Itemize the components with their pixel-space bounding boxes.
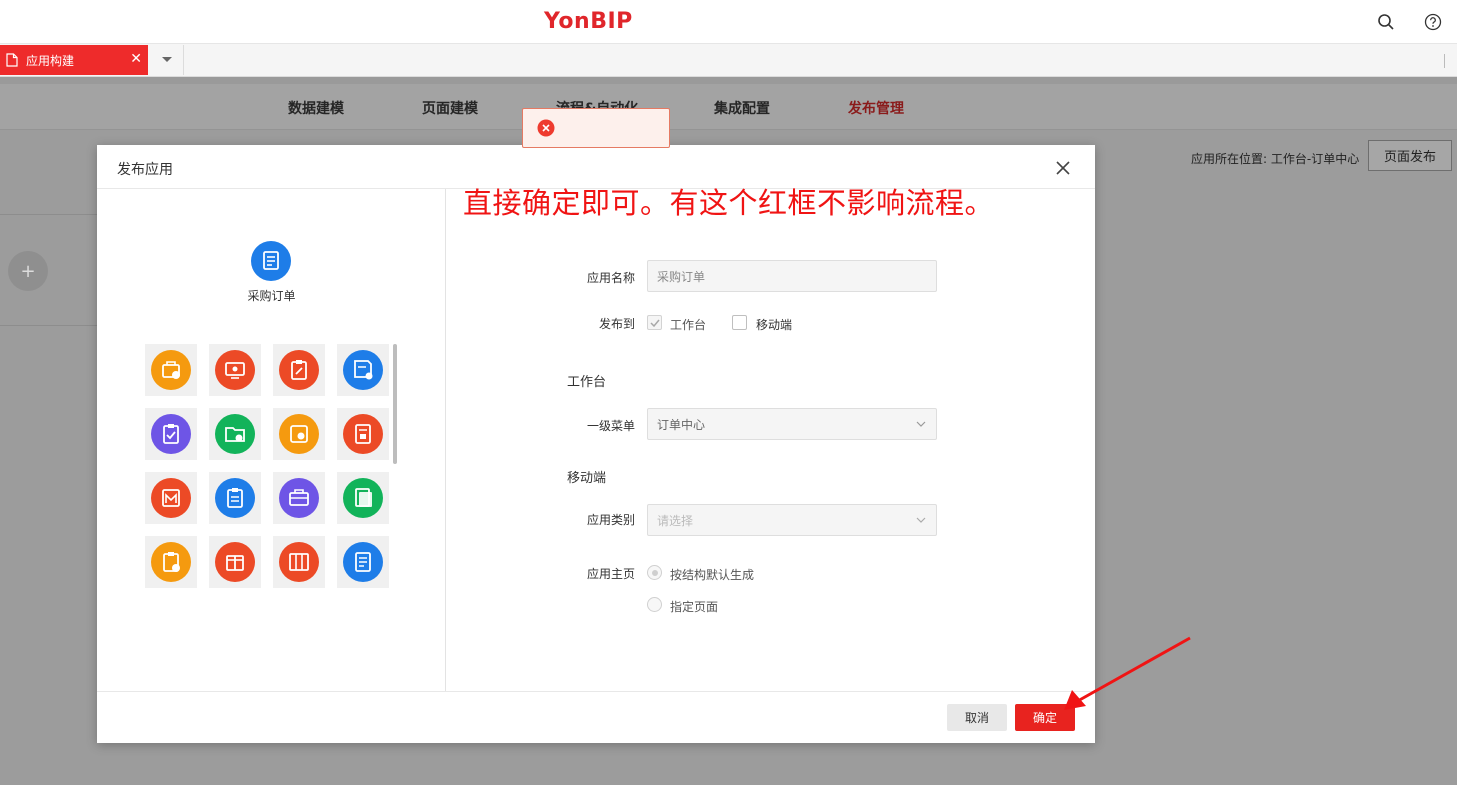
homepage-default-radio[interactable] bbox=[647, 565, 662, 580]
mobile-option-label: 移动端 bbox=[756, 318, 793, 332]
icon-circle bbox=[151, 414, 191, 454]
menu-select-value: 订单中心 bbox=[657, 417, 706, 432]
book-icon[interactable] bbox=[337, 472, 389, 524]
caret-down-icon bbox=[161, 57, 172, 62]
doc-lines-icon[interactable] bbox=[337, 536, 389, 588]
radio-dot bbox=[651, 569, 658, 576]
yonbip-logo: YonBIP bbox=[544, 9, 633, 34]
homepage-specify-label: 指定页面 bbox=[670, 600, 719, 614]
app-name-label: 应用名称 bbox=[586, 271, 635, 285]
tab-bar: 应用构建 ✕ bbox=[0, 44, 1457, 77]
mobile-checkbox[interactable] bbox=[732, 315, 747, 330]
scrollbar[interactable] bbox=[393, 344, 397, 464]
publish-form: 应用名称 采购订单 发布到 工作台 移动端 工作台 一级菜单 订单中心 移动端 … bbox=[446, 189, 1095, 691]
chevron-down-icon bbox=[916, 517, 926, 523]
homepage-label: 应用主页 bbox=[586, 567, 635, 581]
shelf-icon[interactable] bbox=[273, 536, 325, 588]
icon-circle bbox=[215, 542, 255, 582]
icon-circle bbox=[279, 350, 319, 390]
monitor-gear-icon[interactable] bbox=[209, 344, 261, 396]
tab-dropdown-button[interactable] bbox=[150, 45, 184, 75]
error-toast bbox=[522, 108, 670, 148]
help-icon[interactable] bbox=[1424, 13, 1442, 31]
workbench-option-label: 工作台 bbox=[670, 318, 707, 332]
icon-circle bbox=[343, 478, 383, 518]
clipboard-edit-icon[interactable] bbox=[273, 344, 325, 396]
app-preview-name: 采购订单 bbox=[247, 289, 296, 303]
cancel-button[interactable]: 取消 bbox=[947, 704, 1007, 731]
mobile-section-title: 移动端 bbox=[567, 471, 607, 486]
app-preview-icon bbox=[251, 241, 291, 281]
tab-divider bbox=[1444, 54, 1445, 68]
chevron-down-icon bbox=[916, 421, 926, 427]
subnav-page-modeling[interactable]: 页面建模 bbox=[422, 98, 478, 118]
dialog-footer: 取消 确定 bbox=[97, 691, 1095, 743]
page-publish-button[interactable]: 页面发布 bbox=[1368, 140, 1452, 171]
check-icon bbox=[649, 319, 660, 327]
top-header: YonBIP bbox=[0, 0, 1457, 44]
box-gear-icon[interactable] bbox=[273, 408, 325, 460]
add-button[interactable]: + bbox=[8, 251, 48, 291]
icon-circle bbox=[343, 350, 383, 390]
doc-stamp-icon[interactable] bbox=[337, 408, 389, 460]
toolbox-icon[interactable] bbox=[273, 472, 325, 524]
icon-circle bbox=[279, 542, 319, 582]
icon-circle bbox=[215, 478, 255, 518]
menu-label: 一级菜单 bbox=[586, 419, 635, 433]
homepage-default-label: 按结构默认生成 bbox=[670, 568, 755, 582]
app-name-input[interactable]: 采购订单 bbox=[647, 260, 937, 292]
dialog-title: 发布应用 bbox=[117, 162, 173, 178]
workbench-section-title: 工作台 bbox=[567, 375, 607, 390]
clipboard-list-icon[interactable] bbox=[209, 472, 261, 524]
icon-circle bbox=[151, 542, 191, 582]
icon-circle bbox=[279, 414, 319, 454]
menu-select[interactable]: 订单中心 bbox=[647, 408, 937, 440]
icon-circle bbox=[215, 350, 255, 390]
divider bbox=[0, 214, 100, 215]
gift-box-icon[interactable] bbox=[209, 536, 261, 588]
homepage-specify-radio[interactable] bbox=[647, 597, 662, 612]
icon-circle bbox=[343, 542, 383, 582]
icon-circle bbox=[151, 478, 191, 518]
sub-navigation: 数据建模 页面建模 流程&自动化 集成配置 发布管理 bbox=[0, 84, 1457, 130]
calendar-icon[interactable] bbox=[145, 472, 197, 524]
document-icon bbox=[6, 53, 18, 67]
icon-circle bbox=[343, 414, 383, 454]
icon-circle bbox=[215, 414, 255, 454]
publish-app-dialog: 发布应用 采购订单 应用名称 采购订单 发布到 工作台 移动端 工作台 一级菜单 bbox=[97, 145, 1095, 743]
icon-circle bbox=[151, 350, 191, 390]
workbench-checkbox[interactable] bbox=[647, 315, 662, 330]
briefcase-chart-icon[interactable] bbox=[145, 344, 197, 396]
annotation-arrow-icon bbox=[1064, 636, 1191, 710]
clipboard-check-icon[interactable] bbox=[145, 408, 197, 460]
folder-gear-icon[interactable] bbox=[209, 408, 261, 460]
clipboard-plus-icon[interactable] bbox=[145, 536, 197, 588]
tab-close-icon[interactable]: ✕ bbox=[130, 51, 142, 67]
error-circle-icon bbox=[537, 119, 555, 137]
search-icon[interactable] bbox=[1377, 13, 1395, 31]
subnav-integration[interactable]: 集成配置 bbox=[714, 98, 770, 118]
publish-to-label: 发布到 bbox=[598, 317, 635, 331]
app-location-text: 应用所在位置: 工作台-订单中心 bbox=[1191, 152, 1360, 166]
icon-selection-pane: 采购订单 bbox=[97, 189, 446, 691]
doc-gear-icon[interactable] bbox=[337, 344, 389, 396]
icon-circle bbox=[279, 478, 319, 518]
close-icon[interactable] bbox=[1055, 160, 1071, 176]
tab-label: 应用构建 bbox=[26, 53, 75, 68]
category-select[interactable]: 请选择 bbox=[647, 504, 937, 536]
subnav-data-modeling[interactable]: 数据建模 bbox=[288, 98, 344, 118]
divider bbox=[0, 325, 100, 326]
category-select-placeholder: 请选择 bbox=[657, 513, 694, 528]
category-label: 应用类别 bbox=[586, 513, 635, 527]
annotation-text: 直接确定即可。有这个红框不影响流程。 bbox=[463, 186, 995, 220]
tab-app-build[interactable]: 应用构建 ✕ bbox=[0, 45, 148, 75]
subnav-publish-management[interactable]: 发布管理 bbox=[848, 98, 904, 118]
